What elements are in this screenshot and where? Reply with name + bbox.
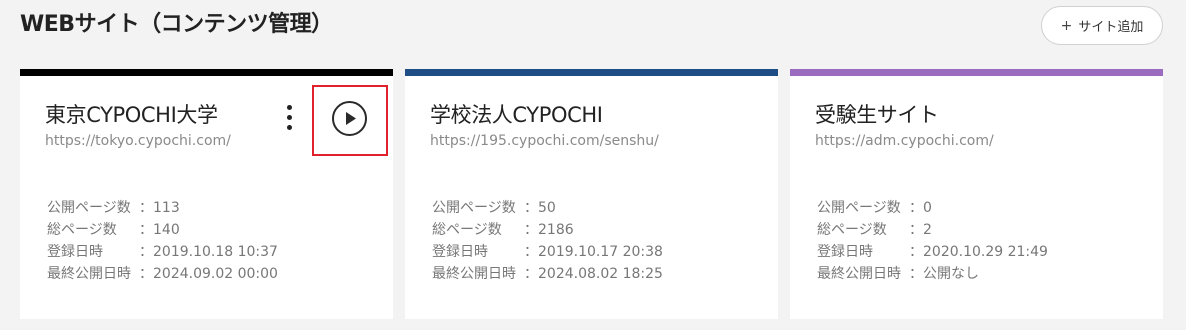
site-stats: 公開ページ数： 113 総ページ数： 140 登録日時： 2019.10.18 10:… bbox=[47, 197, 278, 285]
stat-registered-at: 登録日時： 2019.10.17 20:38 bbox=[432, 244, 663, 260]
stat-registered-at: 登録日時： 2019.10.18 10:37 bbox=[47, 244, 278, 260]
stat-published-pages: 公開ページ数： 0 bbox=[817, 200, 932, 216]
add-site-button[interactable]: + サイト追加 bbox=[1041, 6, 1163, 45]
card-accent-bar bbox=[790, 69, 1163, 76]
stat-published-pages: 公開ページ数： 50 bbox=[432, 200, 556, 216]
site-stats: 公開ページ数： 50 総ページ数： 2186 登録日時： 2019.10.17 20:… bbox=[432, 197, 663, 285]
site-name[interactable]: 受験生サイト bbox=[815, 99, 939, 129]
stat-published-pages: 公開ページ数： 113 bbox=[47, 200, 180, 216]
plus-icon: + bbox=[1060, 17, 1073, 34]
site-card[interactable]: 受験生サイト https://adm.cypochi.com/ 公開ページ数： 0… bbox=[790, 69, 1163, 319]
add-site-label: サイト追加 bbox=[1078, 20, 1144, 35]
site-name[interactable]: 学校法人CYPOCHI bbox=[430, 99, 603, 129]
stat-last-published-at: 最終公開日時：公開なし bbox=[817, 266, 979, 282]
stat-last-published-at: 最終公開日時： 2024.09.02 00:00 bbox=[47, 266, 278, 282]
stat-total-pages: 総ページ数： 2 bbox=[817, 222, 932, 238]
site-url[interactable]: https://tokyo.cypochi.com/ bbox=[45, 133, 231, 149]
card-accent-bar bbox=[405, 69, 778, 76]
site-url[interactable]: https://adm.cypochi.com/ bbox=[815, 133, 994, 149]
stat-last-published-at: 最終公開日時： 2024.08.02 18:25 bbox=[432, 266, 663, 282]
stat-registered-at: 登録日時： 2020.10.29 21:49 bbox=[817, 244, 1048, 260]
page: WEBサイト（コンテンツ管理） + サイト追加 東京CYPOCHI大学 http… bbox=[0, 0, 1186, 330]
page-title: WEBサイト（コンテンツ管理） bbox=[20, 12, 333, 37]
play-icon[interactable] bbox=[332, 101, 367, 136]
stat-total-pages: 総ページ数： 140 bbox=[47, 222, 180, 238]
site-card[interactable]: 学校法人CYPOCHI https://195.cypochi.com/sens… bbox=[405, 69, 778, 319]
site-card[interactable]: 東京CYPOCHI大学 https://tokyo.cypochi.com/ 公… bbox=[20, 69, 393, 319]
site-url[interactable]: https://195.cypochi.com/senshu/ bbox=[430, 133, 659, 149]
card-accent-bar bbox=[20, 69, 393, 76]
site-card-list: 東京CYPOCHI大学 https://tokyo.cypochi.com/ 公… bbox=[20, 69, 1163, 319]
stat-total-pages: 総ページ数： 2186 bbox=[432, 222, 574, 238]
more-vert-icon[interactable] bbox=[282, 103, 298, 133]
site-name[interactable]: 東京CYPOCHI大学 bbox=[45, 99, 218, 129]
site-stats: 公開ページ数： 0 総ページ数： 2 登録日時： 2020.10.29 21:49 最… bbox=[817, 197, 1048, 285]
